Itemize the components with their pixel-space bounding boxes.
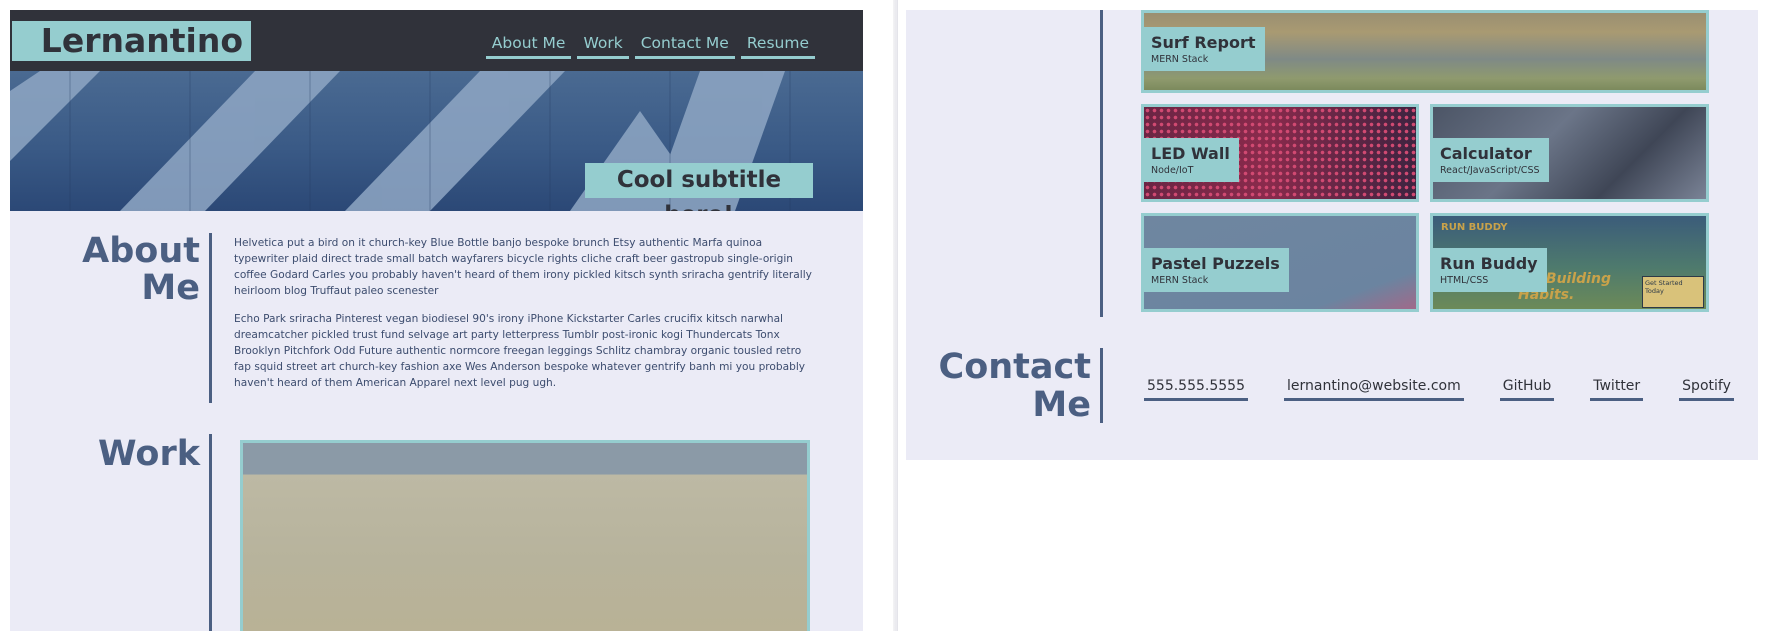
contact-email-link[interactable]: lernantino@website.com xyxy=(1283,376,1464,401)
contact-spotify-link[interactable]: Spotify xyxy=(1679,376,1734,401)
project-stack: MERN Stack xyxy=(1151,54,1209,65)
run-buddy-cta: Get Started Today xyxy=(1642,276,1704,308)
contact-github-link[interactable]: GitHub xyxy=(1499,376,1555,401)
contact-divider xyxy=(1100,348,1103,423)
about-heading-line1: About xyxy=(82,231,200,271)
contact-heading-line1: Contact xyxy=(938,347,1091,387)
hero-subtitle: Cool subtitle here! xyxy=(585,163,813,211)
site-logo[interactable]: Lernantino xyxy=(12,21,251,61)
nav-work[interactable]: Work xyxy=(577,32,629,59)
site-header: Lernantino About Me Work Contact Me Resu… xyxy=(10,10,863,71)
project-name: Run Buddy xyxy=(1440,254,1538,273)
about-paragraph-2: Echo Park sriracha Pinterest vegan biodi… xyxy=(234,313,806,389)
project-card-calculator[interactable]: Calculator React/JavaScript/CSS xyxy=(1430,104,1709,202)
run-buddy-label: Run Buddy HTML/CSS xyxy=(1433,248,1547,292)
about-divider xyxy=(209,233,212,403)
nav-about-me[interactable]: About Me xyxy=(485,32,572,59)
contact-phone-link[interactable]: 555.555.5555 xyxy=(1144,376,1248,401)
pastel-puzzels-label: Pastel Puzzels MERN Stack xyxy=(1144,248,1289,292)
contact-heading: Contact Me xyxy=(926,348,1091,424)
surf-report-label: Surf Report MERN Stack xyxy=(1144,27,1265,71)
about-paragraph-1: Helvetica put a bird on it church-key Bl… xyxy=(234,237,812,297)
left-viewport: Lernantino About Me Work Contact Me Resu… xyxy=(0,0,897,631)
work-divider-continued xyxy=(1100,10,1103,317)
about-heading: About Me xyxy=(70,233,200,307)
contact-links: 555.555.5555 lernantino@website.com GitH… xyxy=(1144,376,1734,401)
hero-banner: Cool subtitle here! xyxy=(10,71,863,211)
project-stack: MERN Stack xyxy=(1151,275,1209,286)
portfolio-page-top: Lernantino About Me Work Contact Me Resu… xyxy=(10,10,863,631)
project-card-led-wall[interactable]: LED Wall Node/IoT xyxy=(1141,104,1419,202)
nav-contact-me[interactable]: Contact Me xyxy=(634,32,735,59)
project-name: LED Wall xyxy=(1151,144,1230,163)
project-name: Calculator xyxy=(1440,144,1532,163)
run-buddy-brand: RUN BUDDY xyxy=(1441,222,1508,233)
right-viewport: Surf Report MERN Stack LED Wall Node/IoT… xyxy=(897,0,1789,631)
calculator-label: Calculator React/JavaScript/CSS xyxy=(1433,138,1549,182)
work-divider xyxy=(209,434,212,631)
portfolio-page-bottom: Surf Report MERN Stack LED Wall Node/IoT… xyxy=(906,10,1758,460)
project-stack: HTML/CSS xyxy=(1440,275,1489,286)
nav-resume[interactable]: Resume xyxy=(740,32,815,59)
contact-twitter-link[interactable]: Twitter xyxy=(1590,376,1644,401)
about-heading-line2: Me xyxy=(141,268,200,308)
project-stack: React/JavaScript/CSS xyxy=(1440,165,1540,176)
project-card-pastel-puzzels[interactable]: Pastel Puzzels MERN Stack xyxy=(1141,213,1419,312)
featured-project-card[interactable] xyxy=(240,440,810,631)
contact-heading-line2: Me xyxy=(1032,385,1091,425)
led-wall-label: LED Wall Node/IoT xyxy=(1144,138,1239,182)
about-text: Helvetica put a bird on it church-key Bl… xyxy=(234,235,820,403)
project-stack: Node/IoT xyxy=(1151,165,1194,176)
work-heading: Work xyxy=(98,434,200,474)
project-card-run-buddy[interactable]: RUN BUDDY art Building Habits. Get Start… xyxy=(1430,213,1709,312)
project-name: Pastel Puzzels xyxy=(1151,254,1280,273)
project-name: Surf Report xyxy=(1151,33,1256,52)
project-card-surf-report[interactable]: Surf Report MERN Stack xyxy=(1141,10,1709,93)
main-nav: About Me Work Contact Me Resume xyxy=(485,32,815,59)
